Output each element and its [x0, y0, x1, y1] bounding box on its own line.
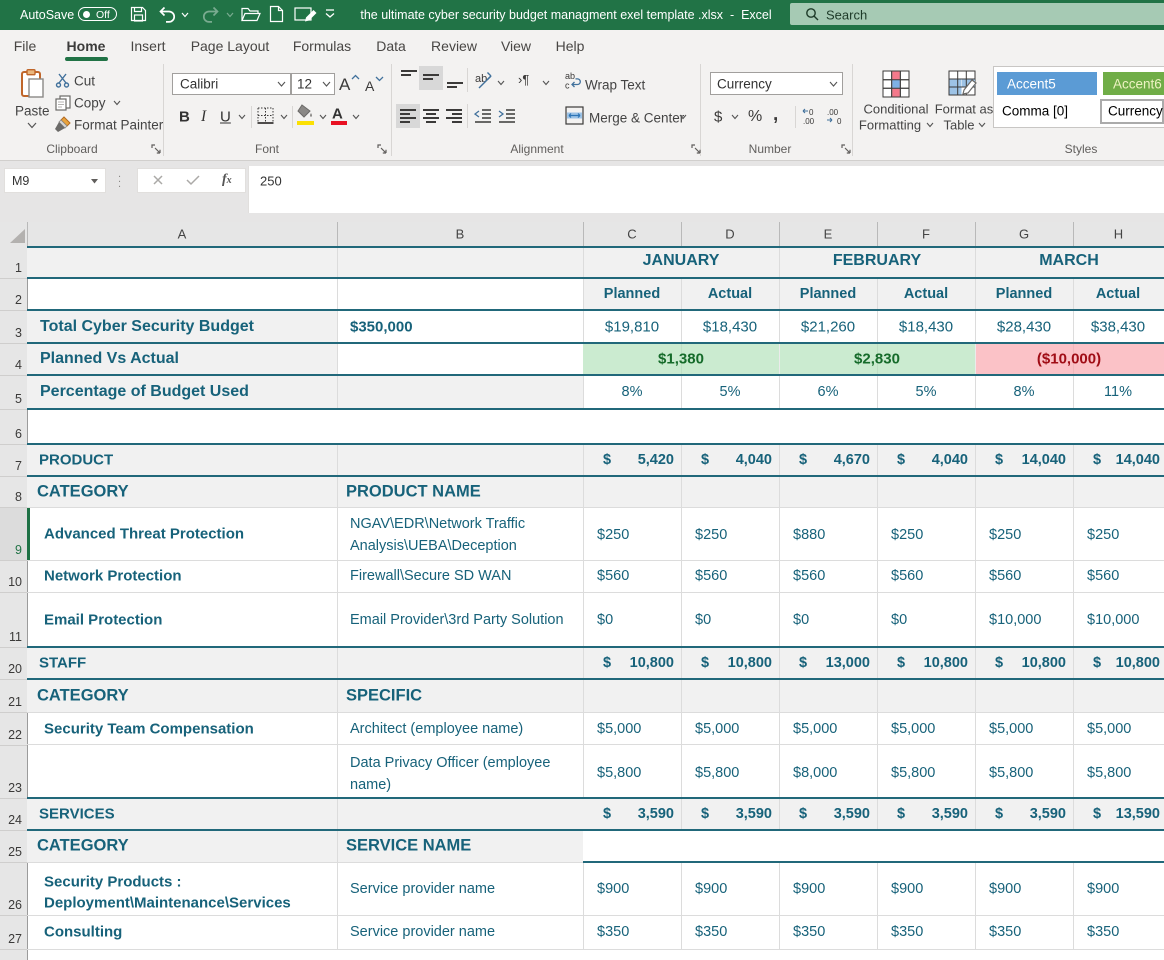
svg-text:0: 0 [837, 117, 842, 125]
svg-text:.00: .00 [803, 117, 815, 125]
svg-text:c: c [565, 81, 570, 90]
svg-text:ab: ab [475, 73, 487, 85]
svg-text:.00: .00 [827, 108, 839, 117]
svg-text:0: 0 [809, 108, 814, 117]
svg-text:ab: ab [565, 71, 575, 81]
